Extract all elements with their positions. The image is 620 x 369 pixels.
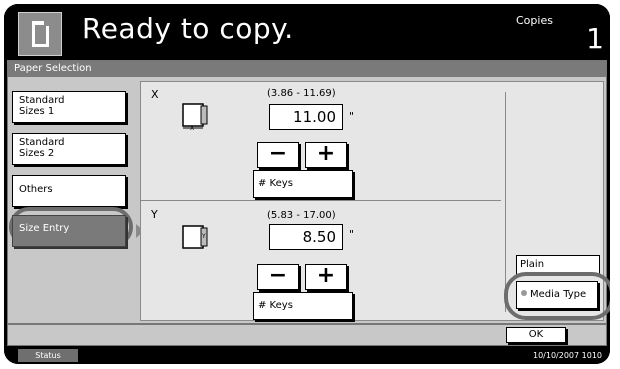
standard-sizes-2-button[interactable]: Standard Sizes 2 [12,133,126,165]
status-title: Ready to copy. [82,12,294,45]
y-axis-label: Y [151,208,158,221]
action-bar: OK [7,324,607,346]
svg-text:X: X [190,125,194,130]
y-increase-button[interactable]: + [305,264,347,290]
size-entry-button[interactable]: Size Entry [12,215,126,247]
media-type-label: Media Type [530,289,587,300]
header-bar: Ready to copy. Copies 1 [4,4,610,60]
paper-selection-panel: Paper Selection Standard Sizes 1 Standar… [7,60,610,324]
document-icon [18,12,62,56]
x-unit-label: " [349,110,355,123]
x-value-field[interactable]: 11.00 [269,104,343,130]
copier-screen: Ready to copy. Copies 1 Paper Selection … [4,4,610,364]
copies-count: 1 [586,22,604,55]
y-decrease-button[interactable]: − [257,264,299,290]
status-bar: Status 10/10/2007 1010 [4,346,610,364]
paper-length-icon: Y [182,225,208,249]
x-axis-label: X [151,88,159,101]
status-button[interactable]: Status [18,349,78,362]
page-glyph [32,21,49,47]
ok-button[interactable]: OK [506,327,566,343]
svg-text:Y: Y [201,233,206,240]
copies-label: Copies [516,14,553,27]
standard-sizes-1-button[interactable]: Standard Sizes 1 [12,91,126,123]
date-time: 10/10/2007 1010 [532,351,602,360]
indicator-dot-icon [521,290,527,296]
x-numeric-keys-button[interactable]: # Keys [253,170,353,198]
x-range-text: (3.86 - 11.69) [267,88,336,99]
divider [141,200,501,201]
x-decrease-button[interactable]: − [257,142,299,168]
others-button[interactable]: Others [12,175,126,207]
y-range-text: (5.83 - 17.00) [267,210,336,221]
media-type-button[interactable]: Media Type [516,281,598,309]
y-unit-label: " [349,228,355,241]
panel-title: Paper Selection [8,61,606,77]
x-increase-button[interactable]: + [305,142,347,168]
paper-width-icon: X [182,103,208,130]
divider [505,92,506,312]
y-numeric-keys-button[interactable]: # Keys [253,292,353,320]
y-value-field[interactable]: 8.50 [269,224,343,250]
